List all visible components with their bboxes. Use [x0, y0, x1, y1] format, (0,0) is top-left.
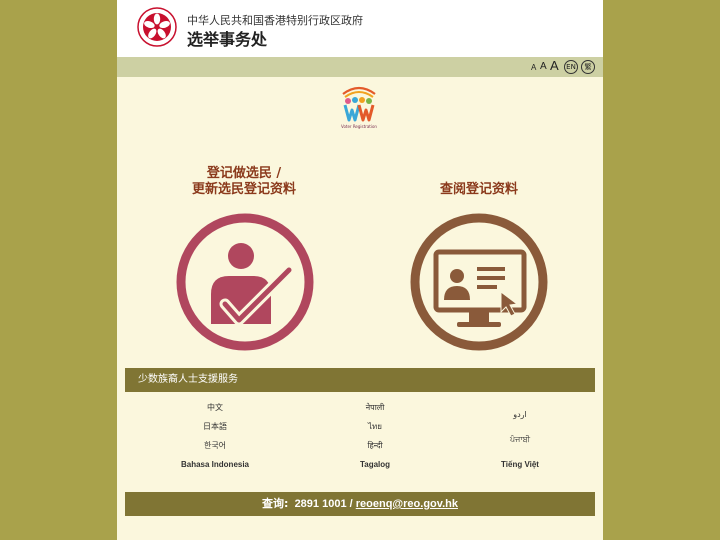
- check-registration-icon[interactable]: [409, 212, 549, 352]
- language-column-3: اردو ਪੰਜਾਬੀ Tiếng Việt: [440, 402, 600, 477]
- lang-link-nepali[interactable]: नेपाली: [295, 398, 455, 417]
- lang-link-punjabi[interactable]: ਪੰਜਾਬੀ: [440, 427, 600, 452]
- lang-link-korean[interactable]: 한국어: [135, 436, 295, 455]
- enquiry-label: 查询:: [262, 497, 289, 510]
- lang-link-chinese[interactable]: 中文: [135, 398, 295, 417]
- font-size-large-button[interactable]: A: [550, 56, 559, 76]
- voter-registration-logo: Voter Registration: [337, 82, 381, 134]
- lang-link-vietnamese[interactable]: Tiếng Việt: [440, 452, 600, 477]
- accessibility-toolbar: A A A EN 繁: [117, 57, 603, 77]
- department-name: 选举事务处: [187, 30, 268, 49]
- lang-link-thai[interactable]: ไทย: [295, 417, 455, 436]
- logo-caption: Voter Registration: [341, 124, 377, 129]
- voter-register-icon[interactable]: [175, 212, 315, 352]
- language-column-2: नेपाली ไทย हिन्दी Tagalog: [295, 398, 455, 474]
- language-english-button[interactable]: EN: [564, 60, 578, 74]
- enquiry-email-link[interactable]: reoenq@reo.gov.hk: [356, 498, 458, 510]
- lang-link-urdu[interactable]: اردو: [440, 402, 600, 427]
- enquiry-phone: 2891 1001: [294, 498, 347, 510]
- lang-link-hindi[interactable]: हिन्दी: [295, 436, 455, 455]
- register-voter-title[interactable]: 登记做选民 / 更新选民登记资料: [174, 166, 314, 198]
- enquiry-separator: /: [349, 498, 353, 510]
- register-voter-title-line2[interactable]: 更新选民登记资料: [174, 182, 314, 198]
- check-registration-title[interactable]: 查阅登记资料: [411, 182, 547, 198]
- lang-link-indonesian[interactable]: Bahasa Indonesia: [135, 455, 295, 474]
- font-size-small-button[interactable]: A: [531, 58, 536, 78]
- lang-link-japanese[interactable]: 日本語: [135, 417, 295, 436]
- ethnic-minorities-support-heading: 少数族裔人士支援服务: [125, 368, 595, 392]
- register-voter-title-line1[interactable]: 登记做选民 /: [174, 166, 314, 182]
- lang-link-tagalog[interactable]: Tagalog: [295, 455, 455, 474]
- voter-registration-logo-icon: [342, 86, 376, 122]
- hksar-emblem-icon[interactable]: [137, 6, 177, 48]
- page-container: 中华人民共和国香港特别行政区政府 选举事务处 A A A EN 繁 Voter …: [117, 0, 603, 540]
- language-column-1: 中文 日本語 한국어 Bahasa Indonesia: [135, 398, 295, 474]
- font-size-medium-button[interactable]: A: [540, 57, 547, 77]
- language-traditional-chinese-button[interactable]: 繁: [581, 60, 595, 74]
- enquiry-footer: 查询: 2891 1001 / reoenq@reo.gov.hk: [125, 492, 595, 516]
- site-header: 中华人民共和国香港特别行政区政府 选举事务处: [117, 0, 603, 57]
